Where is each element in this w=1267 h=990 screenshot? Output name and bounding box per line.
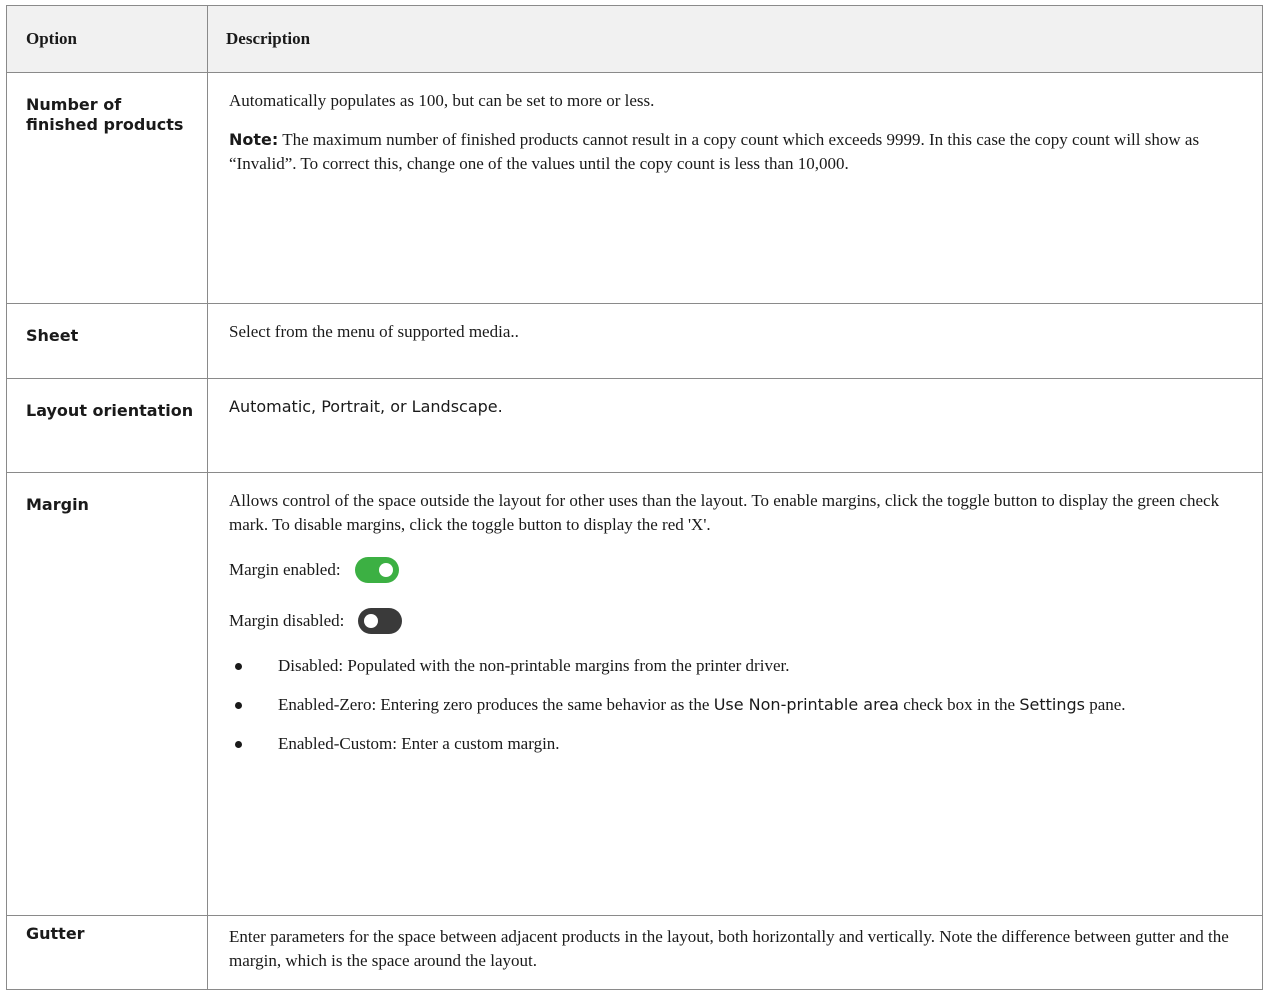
bullet-text: check box in the	[898, 695, 1020, 714]
table-row-margin: Margin Allows control of the space outsi…	[6, 472, 1263, 916]
option-layout-orientation: Layout orientation	[6, 378, 208, 473]
list-item-disabled: Disabled: Populated with the non-printab…	[229, 654, 1246, 678]
table-row-sheet: Sheet Select from the menu of supported …	[6, 303, 1263, 379]
bullet-text: Enabled-Zero: Entering zero produces the…	[278, 695, 714, 714]
description-text: Allows control of the space outside the …	[229, 491, 1220, 534]
description-text: Automatically populates as 100, but can …	[229, 91, 655, 110]
margin-disabled-line: Margin disabled:	[229, 603, 1246, 639]
ui-term-settings: Settings	[1019, 695, 1085, 714]
note-paragraph: Note: The maximum number of finished pro…	[229, 128, 1246, 176]
header-option: Option	[6, 5, 208, 73]
toggle-on-icon	[354, 557, 399, 583]
toggle-off-icon	[358, 608, 403, 634]
table-row-layout-orientation: Layout orientation Automatic, Portrait, …	[6, 378, 1263, 473]
table-row-gutter: Gutter Enter parameters for the space be…	[6, 915, 1263, 990]
description-margin: Allows control of the space outside the …	[207, 472, 1263, 916]
note-label: Note:	[229, 130, 279, 149]
bullet-text: pane.	[1084, 695, 1126, 714]
description-layout-orientation: Automatic, Portrait, or Landscape.	[207, 378, 1263, 473]
table-row-number-of-finished-products: Number of finished products Automaticall…	[6, 72, 1263, 304]
option-margin: Margin	[6, 472, 208, 916]
option-sheet: Sheet	[6, 303, 208, 379]
description-text: Select from the menu of supported media.…	[229, 322, 519, 341]
margin-enabled-line: Margin enabled:	[229, 552, 1246, 588]
list-item-enabled-custom: Enabled-Custom: Enter a custom margin.	[229, 732, 1246, 756]
description-text: Automatic, Portrait, or Landscape.	[229, 397, 503, 416]
option-gutter: Gutter	[6, 915, 208, 990]
options-table: Option Description Number of finished pr…	[6, 5, 1263, 990]
description-gutter: Enter parameters for the space between a…	[207, 915, 1263, 990]
ui-term-use-non-printable-area: Use Non-printable area	[713, 695, 899, 714]
toggle-knob	[378, 563, 393, 577]
toggle-knob	[364, 614, 379, 628]
margin-enabled-label: Margin enabled:	[229, 560, 341, 579]
bullet-dot-icon	[235, 663, 242, 670]
margin-options-list: Disabled: Populated with the non-printab…	[229, 654, 1246, 756]
header-description: Description	[207, 5, 1263, 73]
list-item-enabled-zero: Enabled-Zero: Entering zero produces the…	[229, 693, 1246, 717]
bullet-dot-icon	[235, 741, 242, 748]
bullet-text: Enabled-Custom: Enter a custom margin.	[278, 734, 560, 753]
description-sheet: Select from the menu of supported media.…	[207, 303, 1263, 379]
note-text: The maximum number of finished products …	[229, 130, 1200, 173]
margin-disabled-label: Margin disabled:	[229, 611, 345, 630]
option-number-of-finished-products: Number of finished products	[6, 72, 208, 304]
description-number-of-finished-products: Automatically populates as 100, but can …	[207, 72, 1263, 304]
bullet-dot-icon	[235, 702, 242, 709]
description-text: Enter parameters for the space between a…	[229, 927, 1229, 970]
bullet-text: Disabled: Populated with the non-printab…	[278, 656, 790, 675]
table-header-row: Option Description	[6, 5, 1263, 73]
